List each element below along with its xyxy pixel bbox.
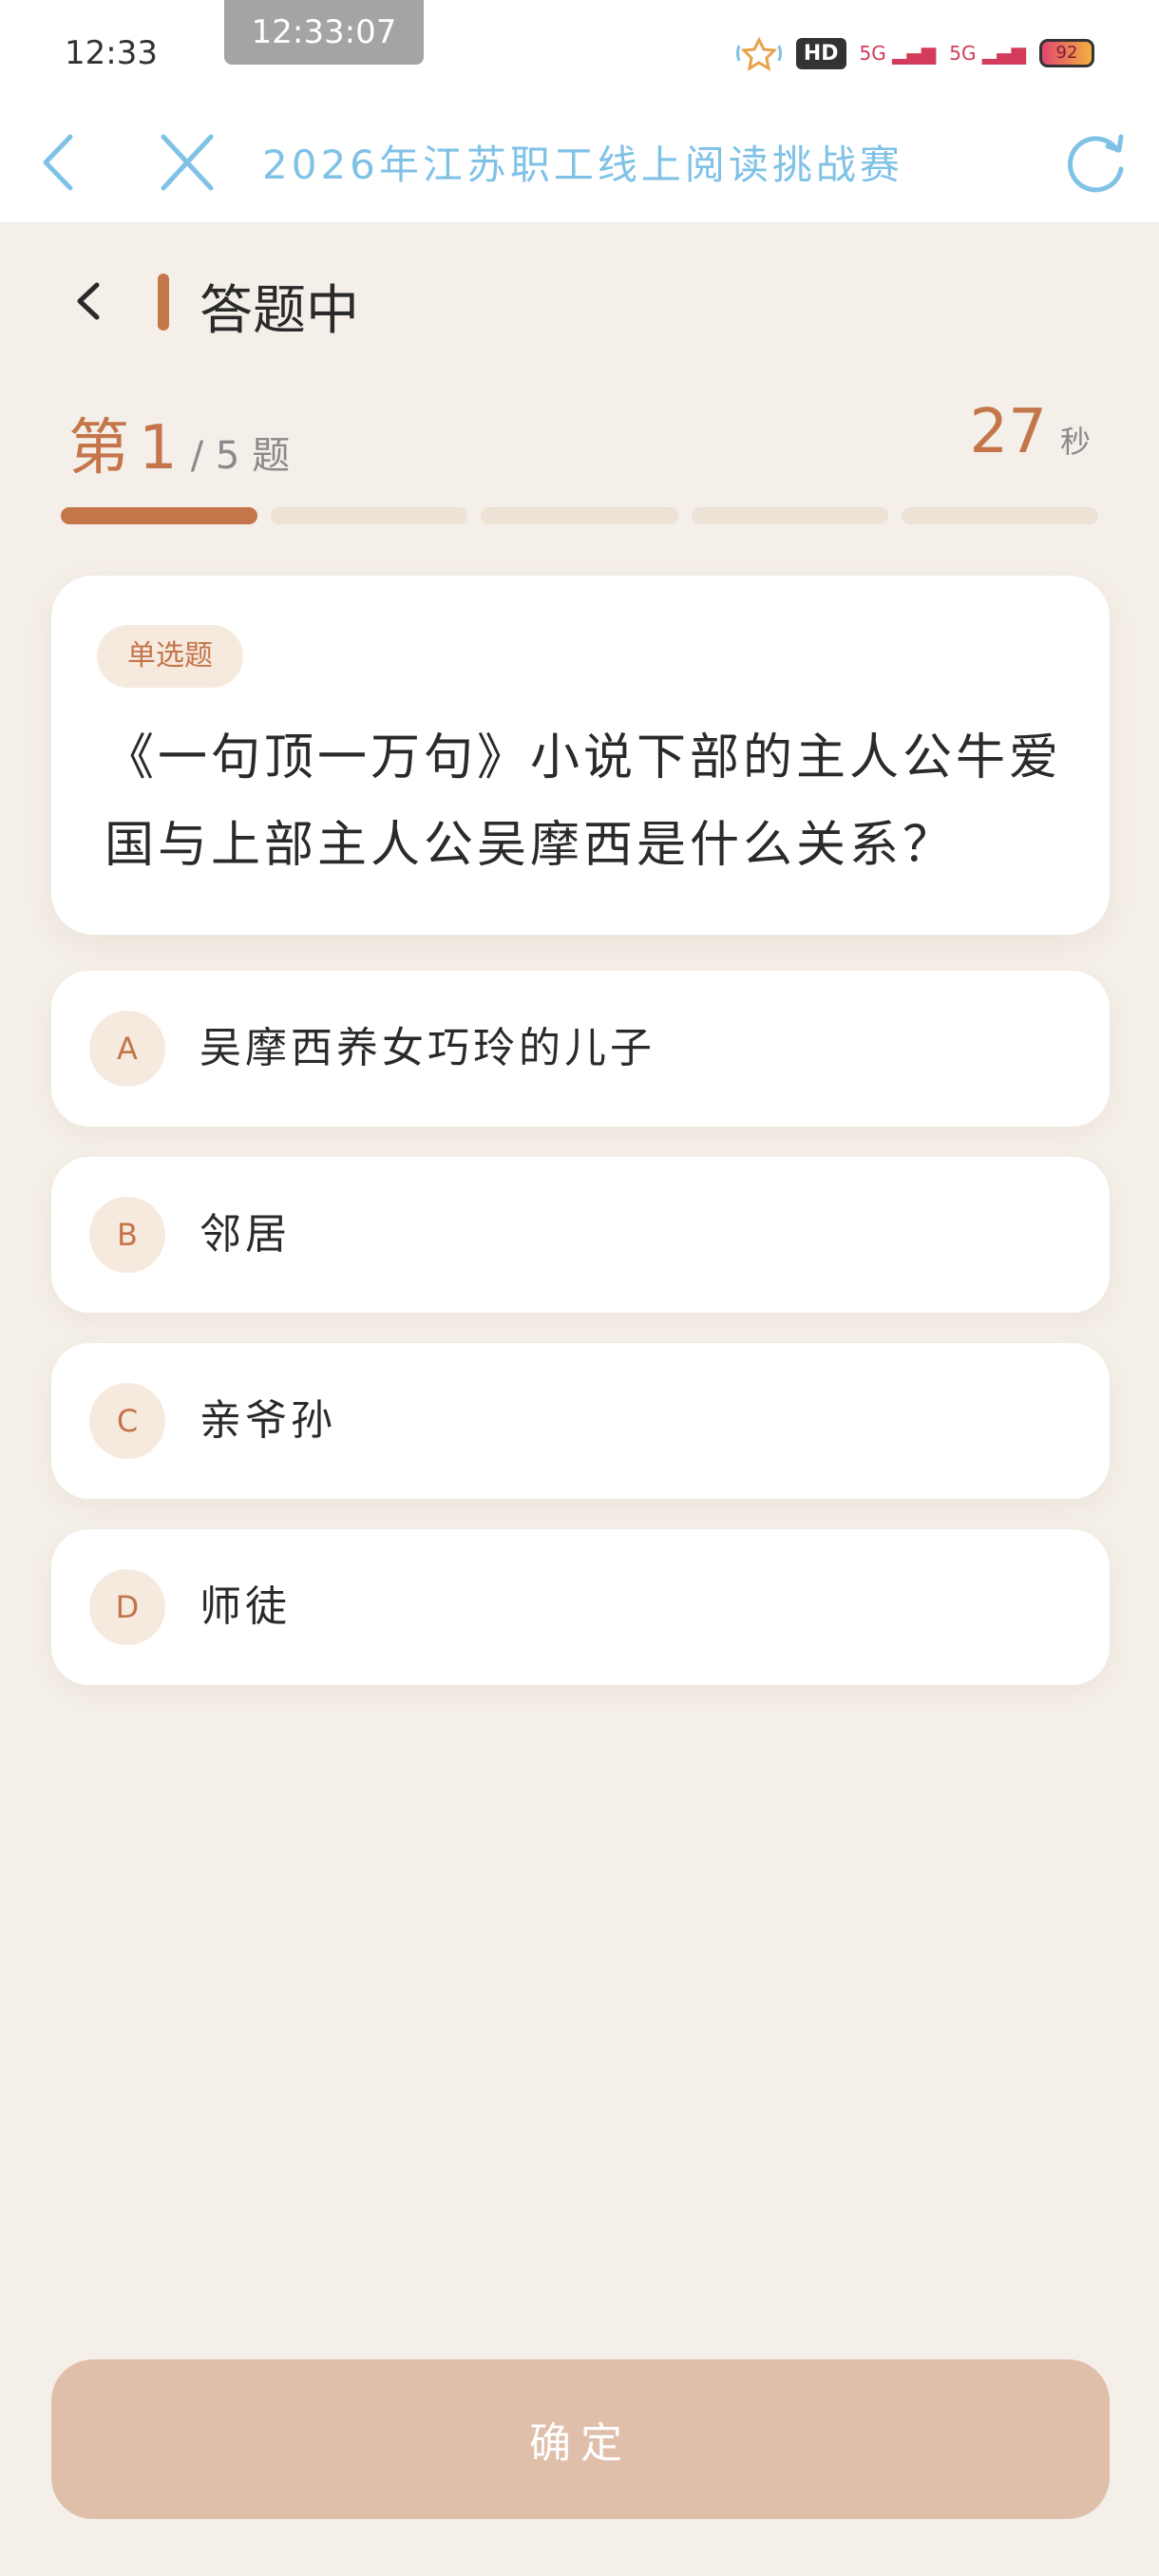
option-b[interactable]: B 邻居 [51, 1157, 1110, 1313]
signal-label-2: 5G [949, 42, 977, 65]
progress-segment [901, 507, 1099, 524]
progress-segment [481, 507, 678, 524]
battery-icon: 92 [1039, 39, 1094, 67]
signal-icon: 5G ▂▄▆ [859, 42, 937, 65]
status-time: 12:33 [65, 34, 158, 72]
question-card: 单选题 《一句顶一万句》小说下部的主人公牛爱国与上部主人公吴摩西是什么关系？ [51, 576, 1110, 935]
option-letter: B [89, 1197, 165, 1273]
title-accent-bar [158, 274, 169, 331]
options-list: A 吴摩西养女巧玲的儿子 B 邻居 C 亲爷孙 D 师徒 [51, 971, 1110, 1715]
status-icons: HD 5G ▂▄▆ 5G ▂▄▆ 92 [735, 32, 1094, 74]
option-a[interactable]: A 吴摩西养女巧玲的儿子 [51, 971, 1110, 1127]
refresh-icon[interactable] [1062, 127, 1130, 196]
question-prefix: 第 [68, 413, 129, 483]
progress-bar [61, 507, 1099, 524]
option-d[interactable]: D 师徒 [51, 1529, 1110, 1685]
timer-unit: 秒 [1059, 424, 1091, 460]
nav-bar: 2026年江苏职工线上阅读挑战赛 [0, 104, 1159, 222]
question-type-tag: 单选题 [97, 625, 243, 688]
status-bar: 12:33 12:33:07 HD 5G ▂▄▆ 5G ▂▄▆ 92 [0, 0, 1159, 104]
option-text: 师徒 [200, 1582, 291, 1631]
question-current: 1 [139, 413, 178, 483]
progress-segment [271, 507, 468, 524]
timer-value: 27 [969, 397, 1047, 467]
page-title: 答题中 [200, 280, 359, 342]
progress-segment [691, 507, 888, 524]
confirm-button[interactable]: 确定 [51, 2359, 1110, 2519]
close-icon[interactable] [156, 129, 218, 196]
option-text: 邻居 [200, 1210, 291, 1259]
chevron-left-icon[interactable] [68, 277, 110, 325]
question-total: / 5 题 [190, 434, 291, 478]
option-letter: C [89, 1383, 165, 1459]
option-c[interactable]: C 亲爷孙 [51, 1343, 1110, 1499]
page-header: 答题中 [0, 256, 1159, 342]
question-progress: 第 1 / 5 题 [68, 399, 291, 483]
time-pill: 12:33:07 [224, 0, 424, 65]
back-arrow-icon[interactable] [36, 129, 84, 196]
nav-title: 2026年江苏职工线上阅读挑战赛 [262, 142, 903, 188]
signal-label: 5G [859, 42, 886, 65]
option-letter: A [89, 1011, 165, 1087]
progress-segment [61, 507, 258, 524]
option-letter: D [89, 1569, 165, 1645]
question-text: 《一句顶一万句》小说下部的主人公牛爱国与上部主人公吴摩西是什么关系？ [104, 729, 1063, 874]
countdown-timer: 27 秒 [970, 397, 1091, 467]
signal-icon-2: 5G ▂▄▆ [949, 42, 1026, 65]
hd-badge: HD [795, 37, 846, 69]
option-text: 吴摩西养女巧玲的儿子 [200, 1024, 656, 1072]
option-text: 亲爷孙 [200, 1396, 336, 1445]
hotspot-icon [735, 36, 782, 71]
